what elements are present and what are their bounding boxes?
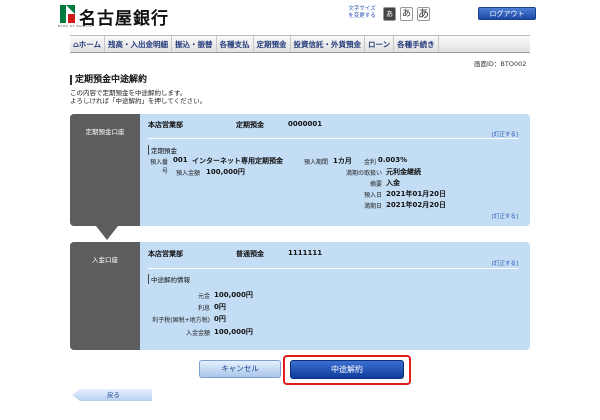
divider <box>148 268 518 269</box>
page-title: 定期預金中途解約 <box>70 75 147 85</box>
total-label: 入金金額 <box>185 330 210 337</box>
maturity-handling: 元利金継続 <box>386 168 421 176</box>
cancel-button[interactable]: キャンセル <box>199 360 281 378</box>
sub-section-title: 定期預金 <box>148 145 177 155</box>
maturity-handling-label: 満期の取扱い <box>345 170 382 177</box>
rate-label: 金利 <box>363 159 376 166</box>
interest-amount: 0円 <box>214 303 226 311</box>
period-label: 預入期間 <box>303 159 328 166</box>
account-type: 普通預金 <box>236 250 264 258</box>
nav-item-transfer[interactable]: 振込・振替 <box>172 36 217 52</box>
description-line: この内容で定期預金を中途解約します。 <box>70 89 187 97</box>
time-deposit-section: 定期預金口座 本店営業部 定期預金 0000001 [訂正する] 定期預金 預入… <box>70 114 530 226</box>
total-amount: 100,000円 <box>214 328 253 336</box>
product-name: インターネット専用定期預金 <box>192 157 283 165</box>
header: BANK OF NAGOYA 名古屋銀行 文字サイズを変更する あ あ あ ログ… <box>0 0 600 33</box>
description-line: よろしければ「中途解約」を押してください。 <box>70 97 207 105</box>
deposit-amount: 100,000円 <box>206 168 245 176</box>
deposit-number: 001 <box>173 156 188 164</box>
note-value: 入金 <box>386 179 400 187</box>
early-cancellation-button[interactable]: 中途解約 <box>290 360 404 379</box>
main-nav: ⌂ホーム 残高・入出金明細 振込・振替 各種支払 定期預金 投資信託・外貨預金 … <box>70 35 530 53</box>
nav-item-procedures[interactable]: 各種手続き <box>394 36 439 52</box>
bank-name[interactable]: 名古屋銀行 <box>79 4 169 29</box>
branch-name: 本店営業部 <box>148 121 183 129</box>
divider <box>148 138 518 139</box>
back-button[interactable]: 戻る <box>72 389 152 401</box>
nav-item-balance[interactable]: 残高・入出金明細 <box>105 36 173 52</box>
account-number: 0000001 <box>288 120 323 128</box>
amount-label: 預入金額 <box>175 170 200 177</box>
tax-label: 利子税(国税+地方税) <box>152 317 210 324</box>
bank-logo-icon[interactable] <box>60 5 75 23</box>
edit-link[interactable]: [訂正する] <box>492 259 518 267</box>
deposit-account-section: 入金口座 本店営業部 普通預金 1111111 [訂正する] 中途解約情報 元金… <box>70 242 530 350</box>
account-number: 1111111 <box>288 249 323 257</box>
font-size-label: 文字サイズを変更する <box>348 6 376 19</box>
font-size-small-button[interactable]: あ <box>383 7 396 21</box>
nav-item-loan[interactable]: ローン <box>365 36 395 52</box>
principal-amount: 100,000円 <box>214 291 253 299</box>
branch-name: 本店営業部 <box>148 250 183 258</box>
principal-label: 元金 <box>197 293 210 300</box>
maturity-date-label: 満期日 <box>363 203 382 210</box>
nav-item-label: ホーム <box>78 40 102 49</box>
deposit-period: 1カ月 <box>333 157 352 165</box>
nav-item-investment[interactable]: 投資信託・外貨預金 <box>291 36 366 52</box>
edit-link[interactable]: [訂正する] <box>492 130 518 138</box>
maturity-date: 2021年02月20日 <box>386 201 446 209</box>
deposit-date-label: 預入日 <box>363 192 382 199</box>
page-description: この内容で定期預金を中途解約します。 よろしければ「中途解約」を押してください。 <box>70 89 206 105</box>
font-size-large-button[interactable]: あ <box>417 7 430 21</box>
note-label: 摘要 <box>369 181 382 188</box>
section-label: 入金口座 <box>70 242 140 350</box>
deposit-date: 2021年01月20日 <box>386 190 446 198</box>
nav-item-payments[interactable]: 各種支払 <box>217 36 254 52</box>
logout-button[interactable]: ログアウト <box>478 7 536 20</box>
nav-item-home[interactable]: ⌂ホーム <box>70 36 106 52</box>
interest-rate: 0.003% <box>378 156 408 164</box>
font-size-medium-button[interactable]: あ <box>400 7 413 21</box>
nav-item-time-deposit[interactable]: 定期預金 <box>254 36 291 52</box>
interest-label: 利息 <box>197 305 210 312</box>
sub-section-title: 中途解約情報 <box>148 274 190 284</box>
account-type: 定期預金 <box>236 121 264 129</box>
tax-amount: 0円 <box>214 315 226 323</box>
section-label: 定期預金口座 <box>70 114 140 226</box>
arrow-down-icon <box>96 226 118 240</box>
screen-id: 画面ID：BTO002 <box>474 60 527 68</box>
edit-link[interactable]: [訂正する] <box>492 212 518 220</box>
